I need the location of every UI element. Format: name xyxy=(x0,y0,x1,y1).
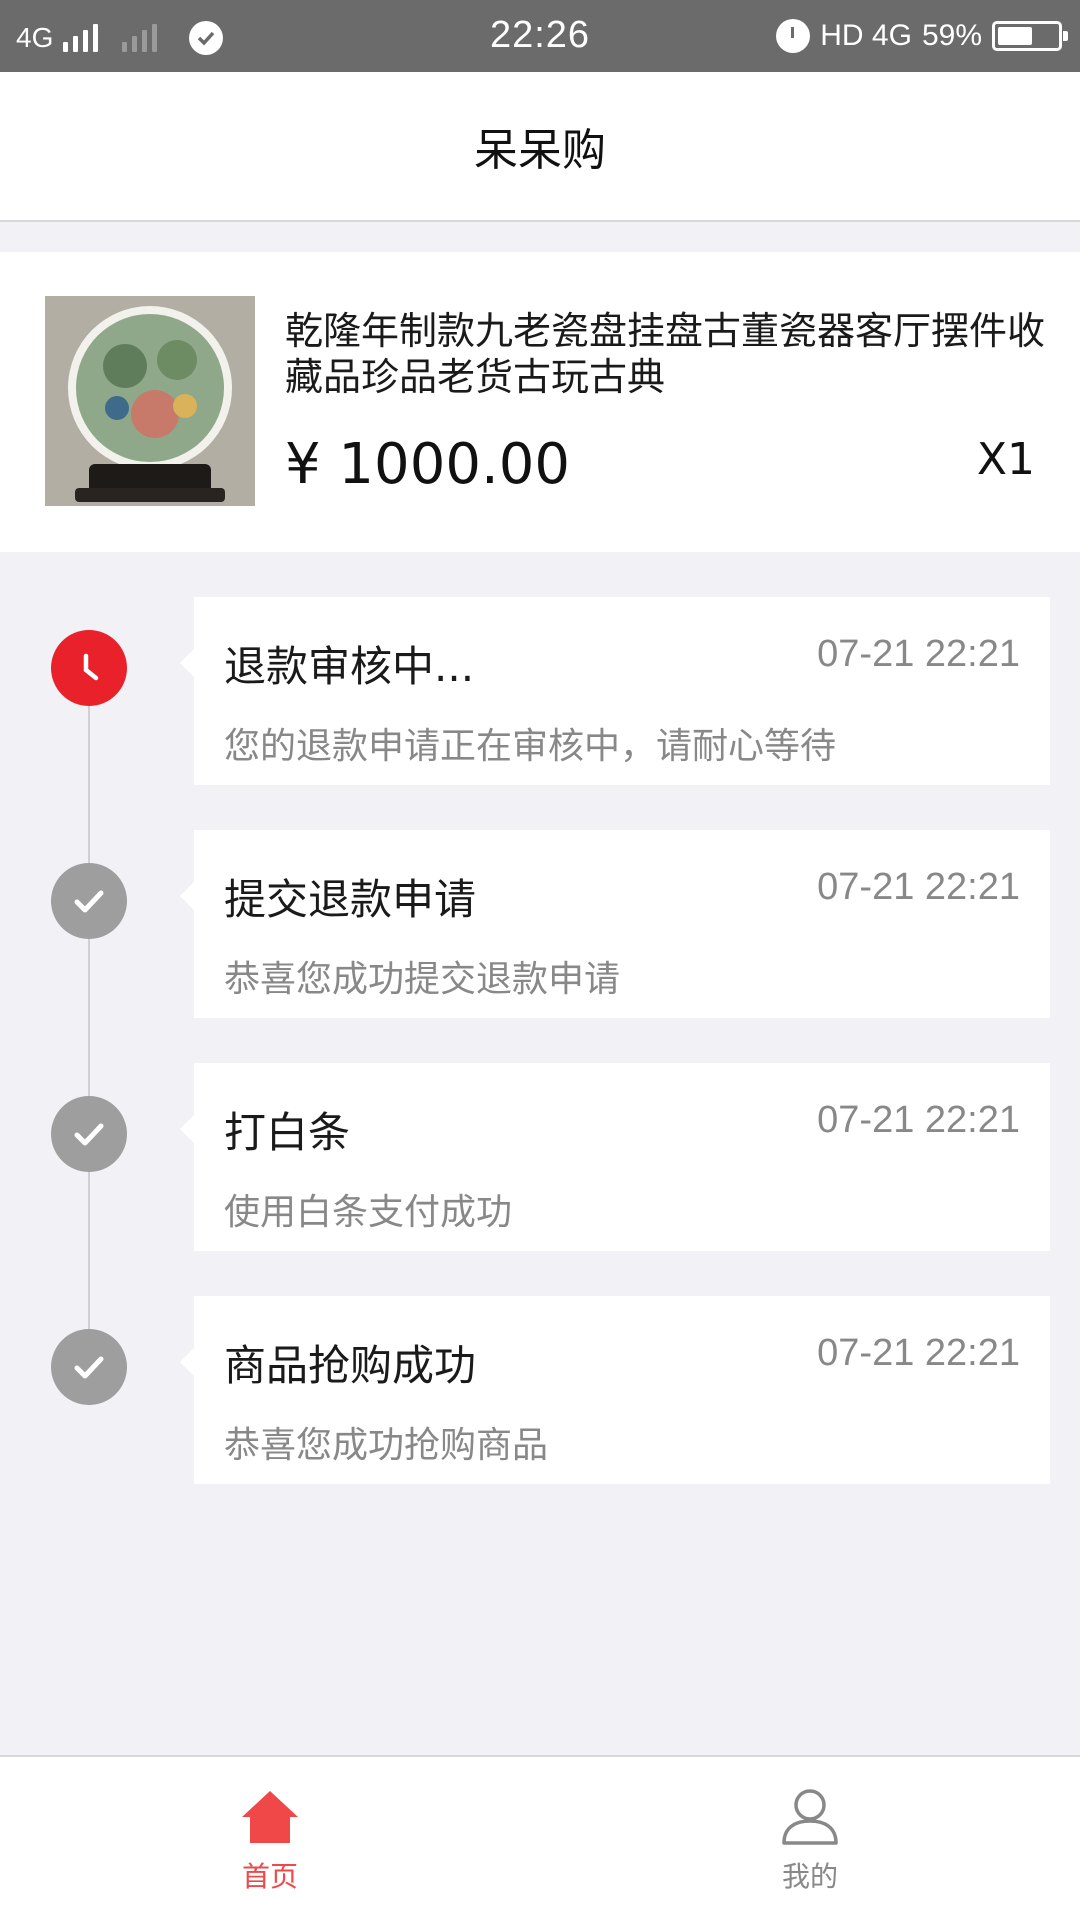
timeline-time: 07-21 22:21 xyxy=(817,866,1020,908)
product-name: 乾隆年制款九老瓷盘挂盘古董瓷器客厅摆件收藏品珍品老货古玩古典 xyxy=(285,309,1046,399)
page-header: 呆呆购 xyxy=(0,72,1080,222)
check-icon xyxy=(51,863,127,939)
timeline-item: 退款审核中... 07-21 22:21 您的退款申请正在审核中，请耐心等待 xyxy=(0,597,1080,785)
timeline-title: 退款审核中... xyxy=(224,642,475,691)
user-icon xyxy=(782,1789,838,1845)
battery-level xyxy=(998,27,1032,45)
status-right: HD 4G 59% xyxy=(776,14,1068,58)
battery-icon xyxy=(992,21,1068,51)
timeline-title: 商品抢购成功 xyxy=(224,1341,477,1390)
timeline-item: 提交退款申请 07-21 22:21 恭喜您成功提交退款申请 xyxy=(0,830,1080,1018)
timeline-time: 07-21 22:21 xyxy=(817,1099,1020,1141)
home-icon xyxy=(242,1791,298,1843)
page-title: 呆呆购 xyxy=(474,125,606,176)
status-bar: 4G 22:26 HD 4G 59% xyxy=(0,0,1080,72)
timeline-desc: 使用白条支付成功 xyxy=(224,1192,513,1233)
battery-percent: 59% xyxy=(921,19,982,52)
timeline-card: 打白条 07-21 22:21 使用白条支付成功 xyxy=(180,1063,1050,1251)
timeline-desc: 您的退款申请正在审核中，请耐心等待 xyxy=(224,726,837,767)
tab-mine-label: 我的 xyxy=(781,1860,838,1893)
timeline-time: 07-21 22:21 xyxy=(817,633,1020,675)
network-indicator: HD 4G xyxy=(820,19,912,52)
timeline-title: 打白条 xyxy=(224,1108,351,1157)
product-quantity: X1 xyxy=(976,434,1035,485)
tab-home[interactable]: 首页 xyxy=(190,1757,350,1920)
battery-tip xyxy=(1063,31,1068,41)
check-icon xyxy=(51,1329,127,1405)
timeline-card: 提交退款申请 07-21 22:21 恭喜您成功提交退款申请 xyxy=(180,830,1050,1018)
timeline-desc: 恭喜您成功提交退款申请 xyxy=(224,959,621,1000)
check-icon xyxy=(51,1096,127,1172)
product-thumbnail[interactable] xyxy=(45,296,255,506)
timeline-card: 退款审核中... 07-21 22:21 您的退款申请正在审核中，请耐心等待 xyxy=(180,597,1050,785)
product-price: ¥ 1000.00 xyxy=(285,432,571,497)
tab-mine[interactable]: 我的 xyxy=(730,1757,890,1920)
timeline-card: 商品抢购成功 07-21 22:21 恭喜您成功抢购商品 xyxy=(180,1296,1050,1484)
timeline-item: 打白条 07-21 22:21 使用白条支付成功 xyxy=(0,1063,1080,1251)
timeline-time: 07-21 22:21 xyxy=(817,1332,1020,1374)
tab-home-label: 首页 xyxy=(241,1860,298,1893)
timeline-item: 商品抢购成功 07-21 22:21 恭喜您成功抢购商品 xyxy=(0,1296,1080,1484)
alarm-icon xyxy=(776,19,811,53)
clock-icon xyxy=(51,630,127,706)
timeline-title: 提交退款申请 xyxy=(224,875,477,924)
bottom-tab-bar: 首页 我的 xyxy=(0,1755,1080,1920)
product-card[interactable]: 乾隆年制款九老瓷盘挂盘古董瓷器客厅摆件收藏品珍品老货古玩古典 ¥ 1000.00… xyxy=(0,252,1080,552)
timeline-desc: 恭喜您成功抢购商品 xyxy=(224,1425,549,1466)
